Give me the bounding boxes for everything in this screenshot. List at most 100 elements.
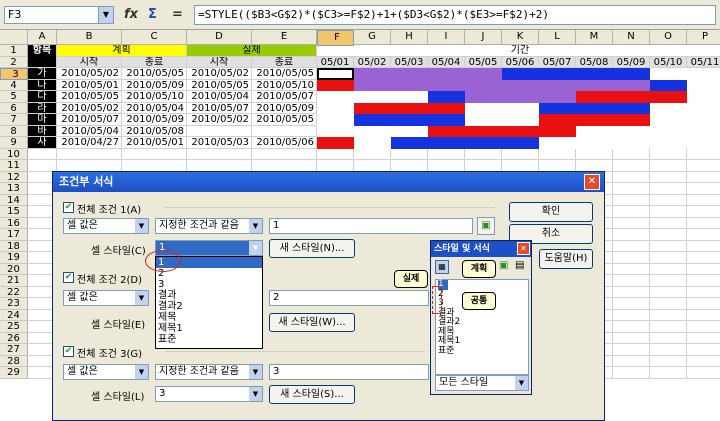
grid-cell[interactable] xyxy=(613,183,650,195)
gantt-cell[interactable] xyxy=(428,68,465,80)
row-header[interactable]: 2 xyxy=(0,56,28,68)
header-end1[interactable]: 종료 xyxy=(122,56,187,68)
date-cell[interactable]: 2010/05/02 xyxy=(187,68,252,80)
grid-cell[interactable] xyxy=(28,148,57,160)
grid-cell[interactable] xyxy=(539,148,576,160)
gantt-cell[interactable] xyxy=(687,79,720,91)
date-header[interactable]: 05/07 xyxy=(539,56,576,68)
date-cell[interactable]: 2010/05/09 xyxy=(122,79,187,91)
grid-cell[interactable] xyxy=(28,160,57,172)
date-cell[interactable]: 2010/05/01 xyxy=(122,137,187,149)
gantt-cell[interactable] xyxy=(613,125,650,137)
grid-cell[interactable] xyxy=(613,263,650,275)
gantt-cell[interactable] xyxy=(687,102,720,114)
grid-cell[interactable] xyxy=(687,252,720,264)
header-end2[interactable]: 종료 xyxy=(252,56,317,68)
date-cell[interactable]: 2010/05/09 xyxy=(252,102,317,114)
date-cell[interactable]: 2010/05/10 xyxy=(122,91,187,103)
gantt-cell[interactable] xyxy=(317,114,354,126)
item-cell[interactable]: 사 xyxy=(28,137,57,149)
row-header[interactable]: 1 xyxy=(0,45,28,57)
style-item[interactable]: 표준 xyxy=(438,346,528,357)
grid-cell[interactable] xyxy=(613,148,650,160)
grid-cell[interactable] xyxy=(687,310,720,321)
new-style-button-1[interactable]: 새 스타일(N)... xyxy=(269,239,355,258)
grid-cell[interactable] xyxy=(122,160,187,172)
gantt-cell[interactable] xyxy=(687,114,720,126)
grid-cell[interactable] xyxy=(687,275,720,287)
gantt-cell[interactable] xyxy=(502,102,539,114)
gantt-cell[interactable] xyxy=(465,91,502,103)
row-header[interactable]: 18 xyxy=(0,240,28,252)
fill-format-icon[interactable]: ▣ xyxy=(499,260,508,271)
condition-3-type-select[interactable]: 셀 값은 ▼ xyxy=(63,364,149,380)
gantt-cell[interactable] xyxy=(650,125,687,137)
gantt-cell[interactable] xyxy=(613,68,650,80)
sum-icon[interactable]: Σ xyxy=(148,7,157,22)
grid-cell[interactable] xyxy=(687,183,720,195)
grid-cell[interactable] xyxy=(252,160,317,172)
gantt-cell[interactable] xyxy=(465,68,502,80)
date-header[interactable]: 05/10 xyxy=(650,56,687,68)
grid-cell[interactable] xyxy=(650,194,687,206)
date-header[interactable]: 05/03 xyxy=(391,56,428,68)
gantt-cell[interactable] xyxy=(354,91,391,103)
row-header[interactable]: 23 xyxy=(0,298,28,310)
grid-cell[interactable] xyxy=(650,367,687,379)
grid-cell[interactable] xyxy=(687,356,720,367)
grid-cell[interactable] xyxy=(687,149,720,160)
item-cell[interactable]: 바 xyxy=(28,125,57,137)
row-header[interactable]: 27 xyxy=(0,344,28,356)
gantt-cell[interactable] xyxy=(502,137,539,149)
date-header[interactable]: 05/09 xyxy=(613,56,650,68)
column-header[interactable]: O xyxy=(650,30,687,45)
column-header[interactable]: E xyxy=(252,30,317,45)
dropdown-option[interactable]: 결과2 xyxy=(156,301,262,312)
gantt-cell[interactable] xyxy=(391,68,428,80)
grid-cell[interactable] xyxy=(428,160,465,172)
formula-input[interactable]: =STYLE(($B3<G$2)*($C3>=F$2)+1+($D3<G$2)*… xyxy=(194,5,716,25)
row-header[interactable]: 16 xyxy=(0,217,28,229)
column-header[interactable]: A xyxy=(28,30,57,45)
column-header[interactable]: G xyxy=(354,30,391,45)
grid-cell[interactable] xyxy=(317,148,354,160)
grid-cell[interactable] xyxy=(650,171,687,183)
gantt-cell[interactable] xyxy=(613,102,650,114)
help-button[interactable]: 도움말(H) xyxy=(539,249,593,269)
grid-cell[interactable] xyxy=(650,240,687,252)
grid-cell[interactable] xyxy=(687,229,720,241)
condition-3-operator-select[interactable]: 지정한 조건과 같음 ▼ xyxy=(155,364,263,380)
column-header[interactable]: M xyxy=(576,30,613,45)
condition-1-type-select[interactable]: 셀 값은 ▼ xyxy=(63,218,149,234)
corner-header[interactable] xyxy=(0,30,28,45)
gantt-cell[interactable] xyxy=(576,137,613,149)
dropdown-option[interactable]: 3 xyxy=(156,279,262,290)
column-header[interactable]: F xyxy=(317,30,354,46)
condition-3-checkbox[interactable]: ✔ xyxy=(63,346,74,357)
grid-cell[interactable] xyxy=(317,160,354,172)
grid-cell[interactable] xyxy=(122,148,187,160)
gantt-cell[interactable] xyxy=(465,102,502,114)
header-start2[interactable]: 시작 xyxy=(187,56,252,68)
date-cell[interactable]: 2010/05/02 xyxy=(57,68,122,80)
column-header[interactable]: C xyxy=(122,30,187,45)
row-header[interactable]: 13 xyxy=(0,183,28,195)
chevron-down-icon[interactable]: ▼ xyxy=(98,7,113,23)
grid-cell[interactable] xyxy=(687,287,720,298)
row-header[interactable]: 28 xyxy=(0,355,28,367)
grid-cell[interactable] xyxy=(687,344,720,356)
dropdown-option[interactable]: 제목1 xyxy=(156,323,262,334)
grid-cell[interactable] xyxy=(57,148,122,160)
condition-3-style-select[interactable]: 3 ▼ xyxy=(155,386,263,402)
grid-cell[interactable] xyxy=(650,275,687,287)
grid-cell[interactable] xyxy=(502,148,539,160)
date-header[interactable]: 05/02 xyxy=(354,56,391,68)
row-header[interactable]: 22 xyxy=(0,286,28,298)
grid-cell[interactable] xyxy=(650,286,687,298)
cell-styles-icon[interactable]: ▦ xyxy=(435,260,449,274)
gantt-cell[interactable] xyxy=(391,137,428,149)
item-cell[interactable]: 마 xyxy=(28,114,57,126)
gantt-cell[interactable] xyxy=(613,137,650,149)
gantt-cell[interactable] xyxy=(428,102,465,114)
gantt-cell[interactable] xyxy=(354,102,391,114)
